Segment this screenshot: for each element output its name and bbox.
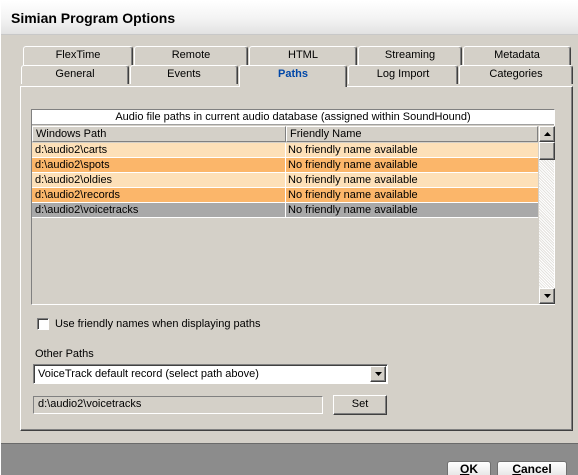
tab-label: Categories — [489, 68, 543, 80]
window-title: Simian Program Options — [11, 10, 176, 26]
tab-label: Remote — [171, 49, 211, 61]
cancel-accelerator: C — [512, 462, 521, 475]
tab-paths[interactable]: Paths — [239, 65, 347, 87]
dropdown-button[interactable] — [370, 366, 386, 382]
list-scrollbar[interactable] — [538, 126, 555, 304]
list-empty-area — [32, 218, 538, 304]
list-caption: Audio file paths in current audio databa… — [32, 110, 554, 125]
row-friendly-name: No friendly name available — [288, 159, 418, 171]
row-windows-path: d:\audio2\voicetracks — [35, 204, 139, 216]
ok-accelerator: O — [459, 462, 470, 475]
tab-general[interactable]: General — [21, 65, 129, 84]
tab-flextime[interactable]: FlexTime — [23, 46, 133, 65]
row-windows-path: d:\audio2\oldies — [35, 174, 113, 186]
tab-label: Paths — [278, 68, 308, 80]
tab-categories[interactable]: Categories — [459, 65, 573, 84]
column-separator — [285, 188, 286, 203]
row-friendly-name: No friendly name available — [288, 204, 418, 216]
tab-label: FlexTime — [55, 49, 101, 61]
tab-label: Streaming — [384, 49, 436, 61]
tab-streaming[interactable]: Streaming — [358, 46, 462, 65]
arrow-down-icon — [543, 294, 551, 298]
column-header-windows-path[interactable]: Windows Path — [32, 126, 286, 142]
column-separator — [285, 158, 286, 173]
row-windows-path: d:\audio2\spots — [35, 159, 110, 171]
row-windows-path: d:\audio2\carts — [35, 144, 108, 156]
tab-label: HTML — [288, 49, 318, 61]
row-windows-path: d:\audio2\records — [35, 189, 120, 201]
tab-label: Metadata — [494, 49, 540, 61]
title-bar: Simian Program Options — [1, 1, 578, 35]
cancel-label-rest: ancel — [520, 462, 552, 475]
tab-metadata[interactable]: Metadata — [463, 46, 571, 65]
list-rows: d:\audio2\carts No friendly name availabl… — [32, 143, 538, 218]
row-friendly-name: No friendly name available — [288, 144, 418, 156]
scroll-down-button[interactable] — [539, 288, 555, 304]
cancel-button[interactable]: Cancel — [497, 461, 567, 475]
row-friendly-name: No friendly name available — [288, 189, 418, 201]
column-separator — [285, 203, 286, 218]
tab-remote[interactable]: Remote — [134, 46, 248, 65]
list-header: Windows Path Friendly Name — [32, 126, 538, 142]
friendly-names-checkbox[interactable] — [37, 318, 49, 330]
table-row[interactable]: d:\audio2\carts No friendly name availabl… — [32, 143, 538, 158]
scroll-up-button[interactable] — [539, 126, 555, 142]
button-bar — [1, 443, 578, 475]
row-friendly-name: No friendly name available — [288, 174, 418, 186]
table-row[interactable]: d:\audio2\records No friendly name availa… — [32, 188, 538, 203]
ok-button[interactable]: OK — [447, 461, 491, 475]
tab-events[interactable]: Events — [130, 65, 238, 84]
ok-label-rest: K — [469, 462, 478, 475]
table-row[interactable]: d:\audio2\voicetracks No friendly name av… — [32, 203, 538, 218]
audio-paths-list[interactable]: Audio file paths in current audio databa… — [31, 109, 555, 305]
paths-panel: Audio file paths in current audio databa… — [20, 86, 573, 431]
options-window: Simian Program Options FlexTime Remote H… — [0, 0, 578, 475]
arrow-up-icon — [543, 132, 551, 136]
table-row[interactable]: d:\audio2\oldies No friendly name availab… — [32, 173, 538, 188]
set-button[interactable]: Set — [333, 395, 387, 415]
friendly-names-option[interactable]: Use friendly names when displaying paths — [37, 317, 260, 331]
tab-html[interactable]: HTML — [249, 46, 357, 65]
friendly-names-label[interactable]: Use friendly names when displaying paths — [55, 318, 260, 330]
other-paths-select[interactable]: VoiceTrack default record (select path a… — [33, 364, 388, 384]
column-separator — [285, 143, 286, 158]
tab-log-import[interactable]: Log Import — [348, 65, 458, 84]
other-paths-selected-value: VoiceTrack default record (select path a… — [38, 368, 259, 380]
scroll-thumb[interactable] — [539, 142, 555, 160]
table-row[interactable]: d:\audio2\spots No friendly name availabl… — [32, 158, 538, 173]
column-separator — [285, 173, 286, 188]
chevron-down-icon — [374, 372, 382, 376]
tab-label: General — [55, 68, 95, 80]
selected-path-field: d:\audio2\voicetracks — [33, 396, 323, 414]
other-paths-label: Other Paths — [35, 348, 94, 360]
tab-label: Events — [167, 68, 201, 80]
tab-label: Log Import — [376, 68, 430, 80]
column-header-friendly-name[interactable]: Friendly Name — [286, 126, 538, 142]
